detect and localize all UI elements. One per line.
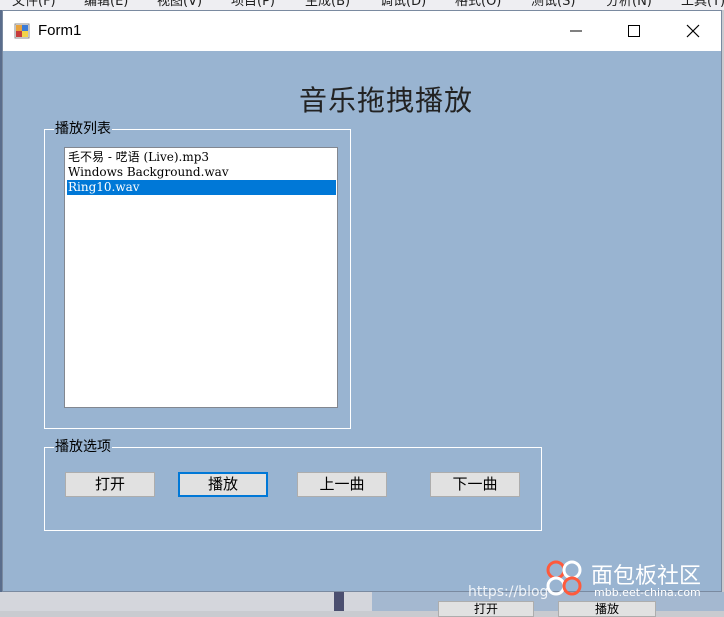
minimize-icon (570, 30, 582, 32)
maximize-button[interactable] (605, 11, 663, 51)
window-title: Form1 (38, 22, 82, 39)
ide-menu-item[interactable]: 调试(D) (380, 0, 426, 9)
ide-preview-open-button: 打开 (438, 601, 534, 617)
maximize-icon (628, 25, 640, 37)
title-bar[interactable]: Form1 (3, 11, 721, 51)
watermark-site: mbb.eet-china.com (594, 586, 701, 599)
ide-menu-item[interactable]: 项目(P) (231, 0, 275, 9)
ide-menu-item[interactable]: 编辑(E) (84, 0, 128, 9)
close-button[interactable] (664, 11, 722, 51)
ide-splitter (334, 592, 344, 611)
ide-menu-item[interactable]: 格式(O) (455, 0, 501, 9)
playlist-groupbox: 播放列表 毛不易 - 呓语 (Live).mp3 Windows Backgro… (44, 121, 351, 429)
ide-menu-item[interactable]: 视图(V) (157, 0, 202, 9)
playlist-listbox[interactable]: 毛不易 - 呓语 (Live).mp3 Windows Background.w… (64, 147, 338, 408)
ide-menu-item[interactable]: 生成(B) (305, 0, 350, 9)
minimize-button[interactable] (547, 11, 605, 51)
playlist-item-selected[interactable]: Ring10.wav (67, 180, 336, 195)
ide-menu-item[interactable]: 测试(S) (531, 0, 575, 9)
previous-track-button[interactable]: 上一曲 (297, 472, 387, 497)
playlist-item[interactable]: Windows Background.wav (67, 165, 336, 180)
playlist-item[interactable]: 毛不易 - 呓语 (Live).mp3 (67, 150, 336, 165)
playlist-group-label: 播放列表 (54, 121, 112, 137)
page-heading: 音乐拖拽播放 (299, 84, 474, 117)
watermark-logo-icon (546, 560, 582, 596)
next-track-button[interactable]: 下一曲 (430, 472, 520, 497)
close-icon (686, 24, 700, 38)
watermark-url: https://blog (468, 584, 549, 600)
ide-menu-item[interactable]: 分析(N) (606, 0, 652, 9)
ide-preview-play-button: 播放 (558, 601, 656, 617)
options-group-label: 播放选项 (54, 439, 112, 455)
ide-menu-item[interactable]: 工具(T) (681, 0, 724, 9)
form-app-icon (14, 23, 30, 39)
ide-menubar: 文件(F) 编辑(E) 视图(V) 项目(P) 生成(B) 调试(D) 格式(O… (0, 0, 724, 10)
options-groupbox: 播放选项 打开 播放 上一曲 下一曲 (44, 439, 542, 531)
form-window: Form1 音乐拖拽播放 播放列表 毛不易 - 呓语 (Live).mp3 Wi… (2, 10, 722, 592)
ide-menu-item[interactable]: 文件(F) (12, 0, 56, 9)
play-button[interactable]: 播放 (178, 472, 268, 497)
open-button[interactable]: 打开 (65, 472, 155, 497)
